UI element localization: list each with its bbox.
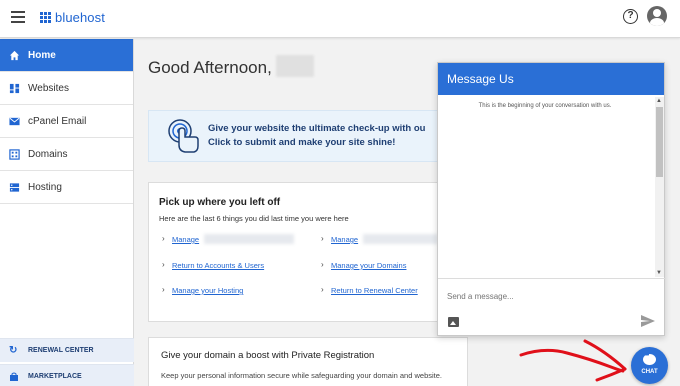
promo-line-1: Give your website the ultimate check-up … xyxy=(208,123,426,134)
chat-launcher-button[interactable]: CHAT xyxy=(631,347,668,384)
recent-link[interactable]: Return to Accounts & Users xyxy=(172,261,264,270)
card-title: Pick up where you left off xyxy=(159,197,281,208)
sidebar-item-home[interactable]: Home xyxy=(0,39,133,72)
private-registration-card: Give your domain a boost with Private Re… xyxy=(148,337,468,386)
scroll-up-icon[interactable]: ▲ xyxy=(656,98,662,104)
chat-begin-text: This is the beginning of your conversati… xyxy=(478,103,612,109)
promo-line-2: Click to submit and make your site shine… xyxy=(208,137,396,148)
scroll-thumb[interactable] xyxy=(656,107,663,177)
sidebar-item-domains[interactable]: Domains xyxy=(0,138,133,171)
websites-grid-icon xyxy=(9,83,20,93)
hosting-icon xyxy=(9,182,20,192)
sidebar: Home Websites cPanel Email Domains Hosti… xyxy=(0,39,134,386)
recent-link[interactable]: Return to Renewal Center xyxy=(331,286,418,295)
card-subtitle: Here are the last 6 things you did last … xyxy=(159,214,349,223)
hamburger-menu-icon[interactable] xyxy=(11,11,25,23)
marketplace-icon xyxy=(10,372,18,381)
chevron-right-icon: › xyxy=(162,234,165,243)
page-greeting: Good Afternoon, xyxy=(148,58,272,77)
sidebar-item-label: Domains xyxy=(28,148,68,160)
sidebar-item-cpanel-email[interactable]: cPanel Email xyxy=(0,105,133,138)
chevron-right-icon: › xyxy=(162,260,165,269)
domains-icon xyxy=(9,148,20,160)
question-circle-icon[interactable]: ? xyxy=(623,9,638,24)
tap-hand-icon xyxy=(168,119,199,153)
recent-activity-card: Pick up where you left off Here are the … xyxy=(148,182,468,322)
sidebar-item-renewal-center[interactable]: ↻ RENEWAL CENTER xyxy=(0,338,134,362)
promo-text: Give your website the ultimate check-up … xyxy=(208,122,425,150)
recent-link[interactable]: Manage xyxy=(172,235,199,244)
bluehost-logo[interactable]: bluehost xyxy=(40,10,105,25)
logo-text: bluehost xyxy=(55,10,105,25)
chevron-right-icon: › xyxy=(321,285,324,294)
redacted-name xyxy=(276,55,314,77)
card-subtitle: Keep your personal information secure wh… xyxy=(161,371,442,380)
user-avatar-icon[interactable] xyxy=(647,6,667,26)
sidebar-item-label: Hosting xyxy=(28,181,62,193)
image-attach-icon[interactable] xyxy=(448,317,459,327)
chevron-right-icon: › xyxy=(162,285,165,294)
chat-window: Message Us This is the beginning of your… xyxy=(437,62,666,336)
site-checkup-banner[interactable]: Give your website the ultimate check-up … xyxy=(148,110,468,162)
sidebar-item-marketplace[interactable]: MARKETPLACE xyxy=(0,364,134,386)
red-arrow-annotation xyxy=(519,339,627,382)
email-icon xyxy=(9,117,20,125)
redacted-text xyxy=(363,234,438,244)
recent-link[interactable]: Manage your Hosting xyxy=(172,286,243,295)
chat-messages: This is the beginning of your conversati… xyxy=(438,95,666,279)
logo-grid-icon xyxy=(40,12,51,23)
recent-link[interactable]: Manage your Domains xyxy=(331,261,406,270)
chevron-right-icon: › xyxy=(321,260,324,269)
chat-message-input[interactable] xyxy=(447,289,647,303)
sidebar-item-websites[interactable]: Websites xyxy=(0,72,133,105)
home-icon xyxy=(9,50,20,60)
send-icon[interactable] xyxy=(641,315,655,327)
chat-scrollbar[interactable]: ▲ ▼ xyxy=(655,97,664,277)
chevron-right-icon: › xyxy=(321,234,324,243)
top-bar: bluehost ? xyxy=(0,0,680,38)
card-title: Give your domain a boost with Private Re… xyxy=(161,350,375,361)
sidebar-item-label: RENEWAL CENTER xyxy=(28,347,94,354)
chat-bubble-icon xyxy=(643,352,656,365)
sidebar-item-label: MARKETPLACE xyxy=(28,373,82,380)
recent-link[interactable]: Manage xyxy=(331,235,358,244)
sidebar-item-label: Websites xyxy=(28,82,69,94)
chat-button-label: CHAT xyxy=(641,369,658,375)
sidebar-item-label: cPanel Email xyxy=(28,115,87,127)
renewal-icon: ↻ xyxy=(9,344,18,356)
scroll-down-icon[interactable]: ▼ xyxy=(656,270,662,276)
sidebar-item-hosting[interactable]: Hosting xyxy=(0,171,133,204)
sidebar-item-label: Home xyxy=(28,49,56,61)
redacted-text xyxy=(204,234,294,244)
chat-title: Message Us xyxy=(438,63,664,95)
